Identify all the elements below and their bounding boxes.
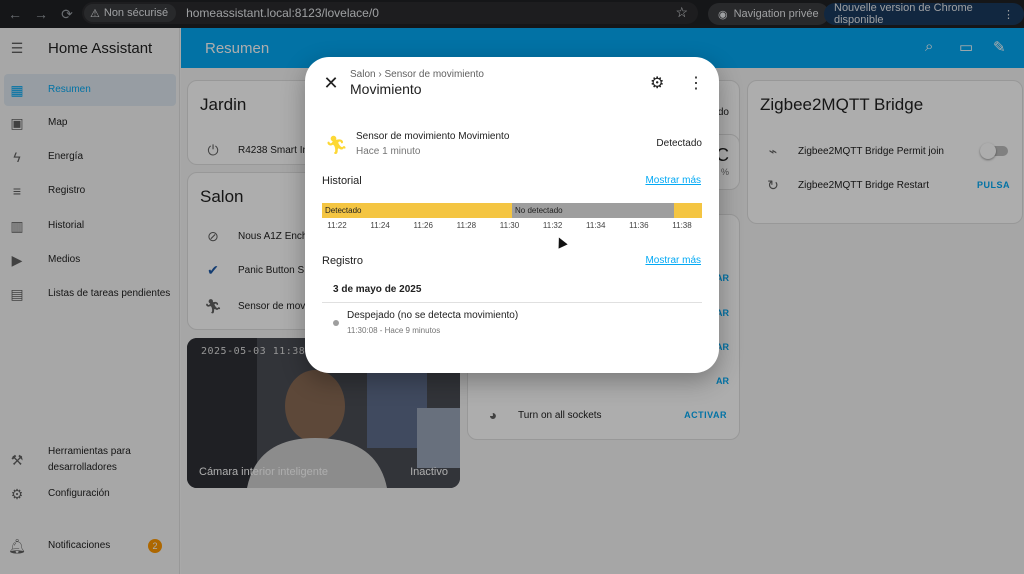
timeline-tick-label: 11:32 <box>542 221 563 230</box>
history-show-more-link[interactable]: Mostrar más <box>645 175 701 186</box>
timeline-segment[interactable]: No detectado <box>512 203 674 218</box>
dialog-title: Movimiento <box>350 81 422 97</box>
timeline-segment[interactable] <box>673 203 702 218</box>
timeline-tick-label: 11:26 <box>413 221 433 230</box>
timeline-tick-label: 11:36 <box>629 221 649 230</box>
gear-icon[interactable]: ⚙ <box>650 73 664 93</box>
breadcrumb: Salon › Sensor de movimiento <box>350 69 484 80</box>
timeline-tick-label: 11:28 <box>456 221 477 230</box>
logbook-title: Registro <box>322 255 363 267</box>
divider <box>322 302 702 303</box>
motion-sensor-icon: 🏃︎ <box>325 135 348 155</box>
logbook-show-more-link[interactable]: Mostrar más <box>645 255 701 266</box>
close-icon[interactable]: ✕ <box>321 73 341 93</box>
entity-last-changed: Hace 1 minuto <box>356 146 421 157</box>
timeline-tick-label: 11:30 <box>499 221 520 230</box>
entity-name: Sensor de movimiento Movimiento <box>356 131 510 142</box>
timeline-tick-label: 11:22 <box>327 221 347 230</box>
timeline-axis: 11:22 11:24 11:26 11:28 11:30 11:32 11:34 11:36… <box>322 221 702 233</box>
timeline-segment[interactable]: Detectado <box>322 203 512 218</box>
logbook-dot <box>333 320 339 326</box>
history-title: Historial <box>322 175 362 187</box>
entity-state-row: 🏃︎ Sensor de movimiento Movimiento Hace … <box>325 129 705 163</box>
entity-state: Detectado <box>656 138 702 149</box>
more-info-dialog: ✕ Salon › Sensor de movimiento Movimient… <box>305 57 719 373</box>
timeline-tick-label: 11:34 <box>586 221 606 230</box>
timeline-tick-label: 11:24 <box>370 221 390 230</box>
more-vert-icon[interactable]: ⋮ <box>688 73 704 93</box>
timeline-tick-label: 11:38 <box>672 221 692 230</box>
logbook-time: 11:30:08 - Hace 9 minutos <box>347 326 441 335</box>
logbook-date: 3 de mayo de 2025 <box>333 284 422 295</box>
history-timeline[interactable]: Detectado No detectado <box>322 203 702 218</box>
logbook-message: Despejado (no se detecta movimiento) <box>347 310 519 321</box>
